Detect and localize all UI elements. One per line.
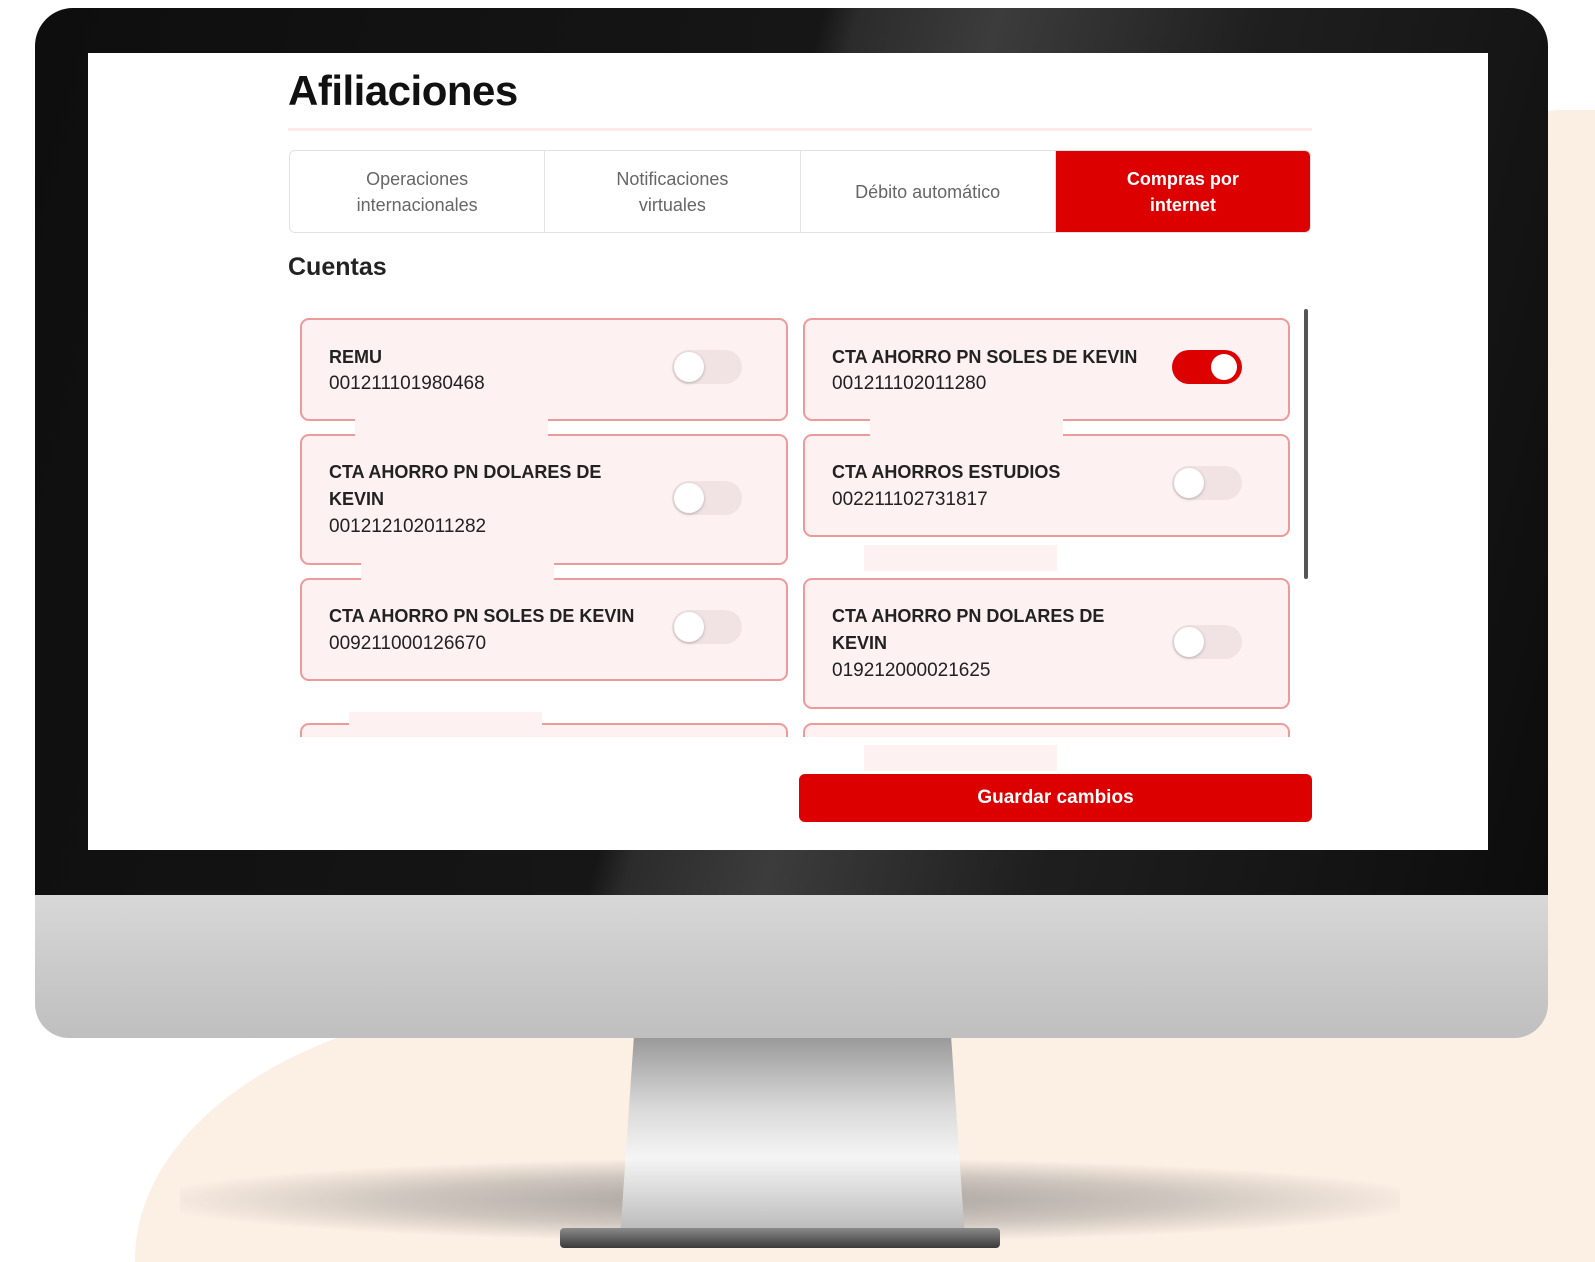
tab-notificaciones-virtuales[interactable]: Notificaciones virtuales (545, 151, 801, 232)
account-card: CTA AHORRO PN SOLES DE KEVIN 00121110201… (803, 318, 1290, 421)
toggle-knob (1211, 354, 1237, 380)
redaction-block (864, 545, 1057, 571)
monitor-stand (620, 1038, 965, 1238)
account-card: CTA AHORROS ESTUDIOS 002211102731817 (803, 434, 1290, 537)
tab-label: Notificaciones virtuales (616, 168, 729, 215)
tab-operaciones-internacionales[interactable]: Operaciones internacionales (290, 151, 546, 232)
account-number: 019212000021625 (832, 660, 991, 681)
tab-label: Operaciones internacionales (356, 168, 478, 215)
list-scrollbar[interactable] (1304, 309, 1308, 579)
account-card: CTA AHORRO PN SOLES DE KEVIN 00921100012… (300, 578, 788, 681)
accounts-list[interactable]: REMU 001211101980468 CTA AHORRO PN SOLES… (288, 305, 1318, 737)
account-toggle[interactable] (672, 481, 742, 515)
tab-debito-automatico[interactable]: Débito automático (801, 151, 1056, 232)
account-number: 001211101980468 (329, 373, 485, 394)
account-card: REMU 001211101980468 (300, 318, 788, 421)
title-divider (288, 128, 1312, 131)
monitor-chin (35, 895, 1548, 1038)
redaction-block (864, 745, 1057, 771)
account-toggle[interactable] (1172, 466, 1242, 500)
toggle-knob (674, 612, 704, 642)
account-toggle[interactable] (1172, 350, 1242, 384)
account-name: REMU (329, 347, 382, 367)
account-name: CTA AHORRO PN DOLARES DE KEVIN (832, 606, 1105, 653)
account-number: 009211000126670 (329, 633, 487, 654)
account-toggle[interactable] (1172, 625, 1242, 659)
section-title: Cuentas (288, 253, 387, 281)
redaction-block (870, 417, 1063, 443)
toggle-knob (674, 352, 704, 382)
account-number: 001212102011282 (329, 516, 487, 537)
account-toggle[interactable] (672, 350, 742, 384)
account-toggle[interactable] (672, 610, 742, 644)
tab-label: Débito automático (855, 181, 1001, 202)
page-title: Afiliaciones (288, 67, 518, 114)
account-card (803, 723, 1290, 737)
redaction-block (355, 417, 548, 443)
account-number: 001211102011280 (832, 373, 987, 394)
tab-label: Compras por internet (1126, 168, 1239, 215)
toggle-knob (1174, 627, 1204, 657)
toggle-knob (674, 483, 704, 513)
account-name: CTA AHORRO PN DOLARES DE KEVIN (329, 462, 602, 509)
tab-bar: Operaciones internacionales Notificacion… (289, 150, 1311, 233)
account-name: CTA AHORRO PN SOLES DE KEVIN (329, 606, 635, 626)
account-name: CTA AHORROS ESTUDIOS (832, 462, 1061, 482)
account-card: CTA AHORRO PN DOLARES DE KEVIN 001212102… (300, 434, 788, 565)
account-card: CTA AHORRO PN DOLARES DE KEVIN 019212000… (803, 578, 1290, 709)
account-name: CTA AHORRO PN SOLES DE KEVIN (832, 347, 1138, 367)
save-changes-button[interactable]: Guardar cambios (799, 774, 1312, 822)
app-screen: Afiliaciones Operaciones internacionales… (88, 53, 1488, 850)
tab-compras-por-internet[interactable]: Compras por internet (1055, 151, 1310, 232)
toggle-knob (1174, 468, 1204, 498)
redaction-block (349, 712, 542, 737)
monitor-stand-foot (560, 1228, 1000, 1248)
account-number: 002211102731817 (832, 489, 988, 510)
redaction-block (361, 561, 554, 587)
